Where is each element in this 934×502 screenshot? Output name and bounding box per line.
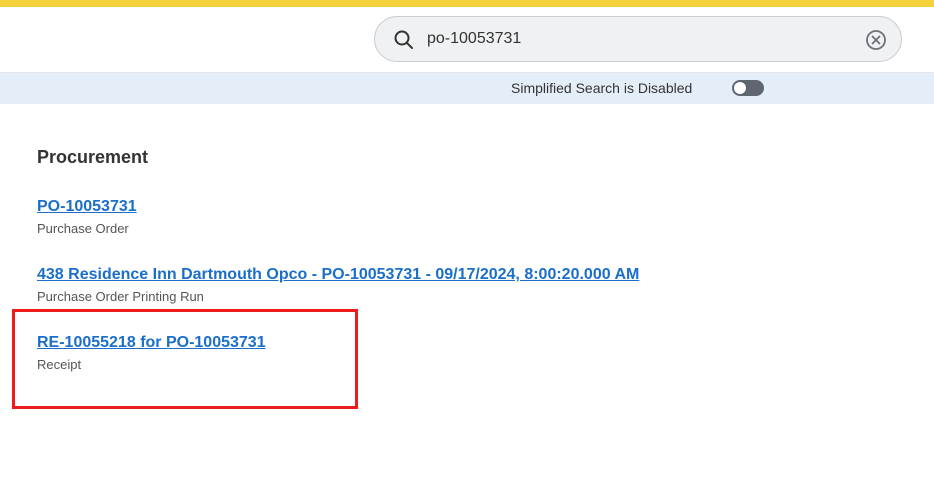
result-type-label: Receipt (37, 357, 82, 372)
toggle-knob (734, 82, 746, 94)
result-type-label: Purchase Order Printing Run (37, 289, 204, 304)
search-input[interactable] (427, 25, 827, 53)
result-link-purchase-order[interactable]: PO-10053731 (37, 198, 137, 216)
top-accent-bar (0, 0, 934, 7)
result-type-label: Purchase Order (37, 221, 129, 236)
simplified-search-label: Simplified Search is Disabled (511, 80, 693, 96)
result-link-receipt[interactable]: RE-10055218 for PO-10053731 (37, 334, 266, 352)
section-title-procurement: Procurement (37, 147, 149, 167)
result-item: RE-10055218 for PO-10053731 Receipt (37, 334, 266, 372)
header-bar (0, 7, 934, 73)
search-box[interactable] (374, 16, 902, 62)
simplified-search-banner: Simplified Search is Disabled (0, 73, 934, 104)
result-item: PO-10053731 Purchase Order (37, 198, 137, 236)
result-item: 438 Residence Inn Dartmouth Opco - PO-10… (37, 266, 639, 304)
simplified-search-toggle[interactable] (732, 80, 764, 96)
search-icon (393, 29, 415, 51)
clear-icon[interactable] (865, 29, 887, 51)
result-link-printing-run[interactable]: 438 Residence Inn Dartmouth Opco - PO-10… (37, 266, 639, 284)
